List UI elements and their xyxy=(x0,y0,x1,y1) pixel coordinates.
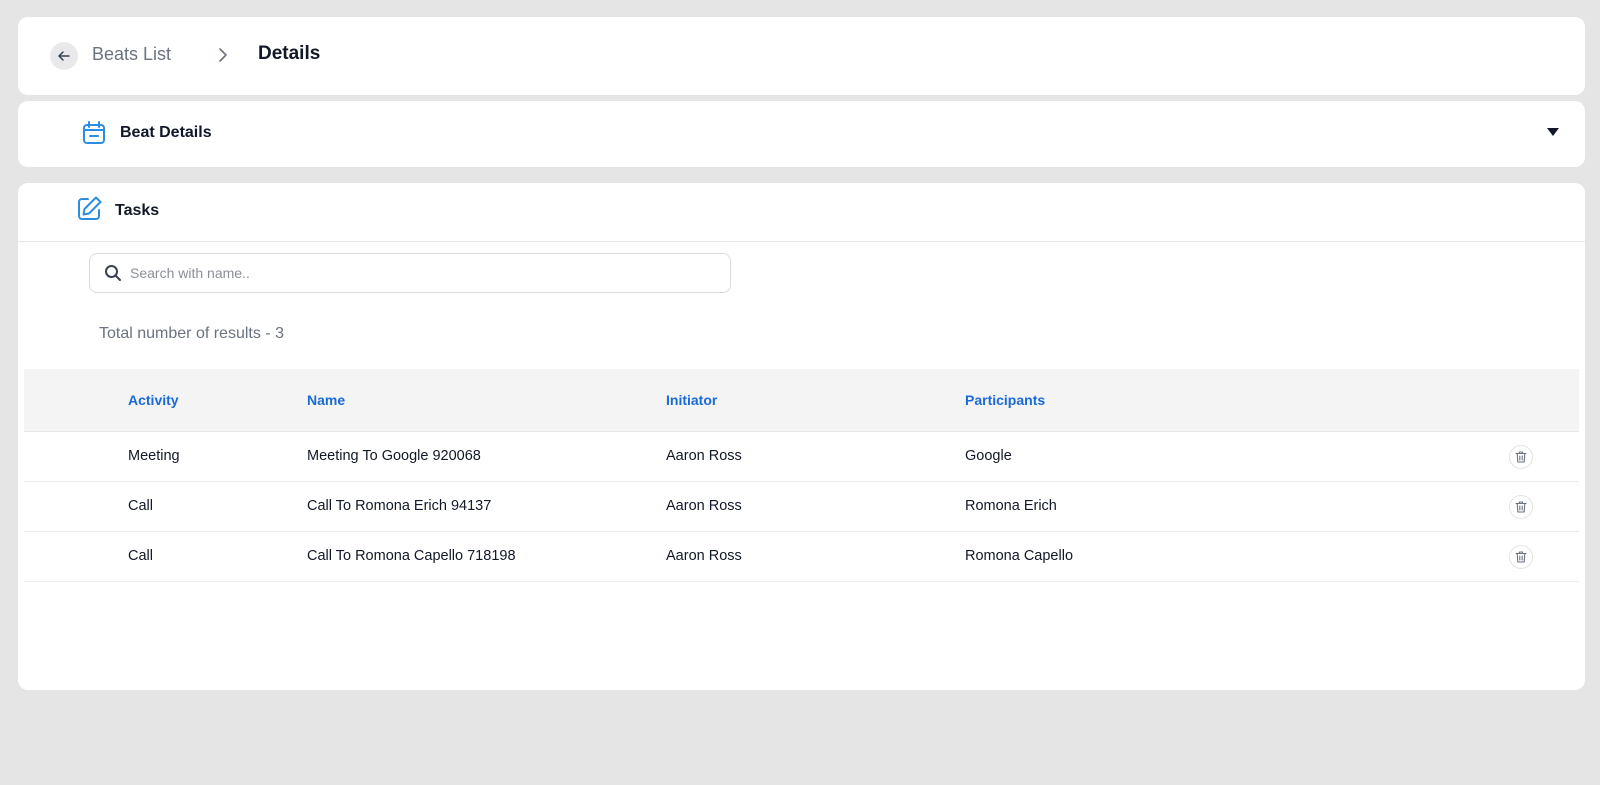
trash-icon xyxy=(1515,501,1527,513)
cell-name: Call To Romona Erich 94137 xyxy=(307,498,492,514)
delete-button[interactable] xyxy=(1509,495,1533,519)
table-header: Activity Name Initiator Participants xyxy=(24,369,1579,432)
column-header-name[interactable]: Name xyxy=(307,392,345,408)
table-row[interactable]: Call Call To Romona Erich 94137 Aaron Ro… xyxy=(24,482,1579,532)
beat-details-title[interactable]: Beat Details xyxy=(120,124,212,142)
page-title: Details xyxy=(258,43,321,64)
table-row[interactable]: Meeting Meeting To Google 920068 Aaron R… xyxy=(24,432,1579,482)
search-box xyxy=(89,253,731,293)
breadcrumb-bar: Beats List Details xyxy=(18,17,1585,95)
cell-participants: Google xyxy=(965,448,1012,464)
back-button[interactable] xyxy=(50,42,78,70)
cell-activity: Call xyxy=(128,548,153,564)
column-header-initiator[interactable]: Initiator xyxy=(666,392,717,408)
cell-participants: Romona Capello xyxy=(965,548,1074,564)
cell-participants: Romona Erich xyxy=(965,498,1057,514)
search-icon xyxy=(105,265,121,281)
cell-initiator: Aaron Ross xyxy=(666,498,742,514)
tasks-panel: Tasks Total number of results - 3 Activi… xyxy=(18,183,1585,690)
trash-icon xyxy=(1515,551,1527,563)
column-header-activity[interactable]: Activity xyxy=(128,392,179,408)
trash-icon xyxy=(1515,451,1527,463)
tasks-title: Tasks xyxy=(115,202,160,219)
arrow-left-icon xyxy=(58,51,70,61)
search-input[interactable] xyxy=(130,254,720,292)
beat-details-panel: Beat Details xyxy=(18,101,1585,167)
breadcrumb-beats-list-link[interactable]: Beats List xyxy=(92,44,171,65)
cell-activity: Meeting xyxy=(128,448,180,464)
cell-initiator: Aaron Ross xyxy=(666,548,742,564)
cell-initiator: Aaron Ross xyxy=(666,448,742,464)
column-header-participants[interactable]: Participants xyxy=(965,392,1045,408)
calendar-icon xyxy=(83,121,105,144)
results-count: Total number of results - 3 xyxy=(99,325,284,342)
edit-icon xyxy=(78,196,102,220)
chevron-right-icon xyxy=(219,48,227,62)
table-row[interactable]: Call Call To Romona Capello 718198 Aaron… xyxy=(24,532,1579,582)
delete-button[interactable] xyxy=(1509,545,1533,569)
cell-activity: Call xyxy=(128,498,153,514)
delete-button[interactable] xyxy=(1509,445,1533,469)
cell-name: Call To Romona Capello 718198 xyxy=(307,548,516,564)
divider xyxy=(18,241,1585,242)
tasks-table: Activity Name Initiator Participants Mee… xyxy=(24,369,1579,582)
caret-down-icon[interactable] xyxy=(1547,127,1559,137)
cell-name: Meeting To Google 920068 xyxy=(307,448,481,464)
